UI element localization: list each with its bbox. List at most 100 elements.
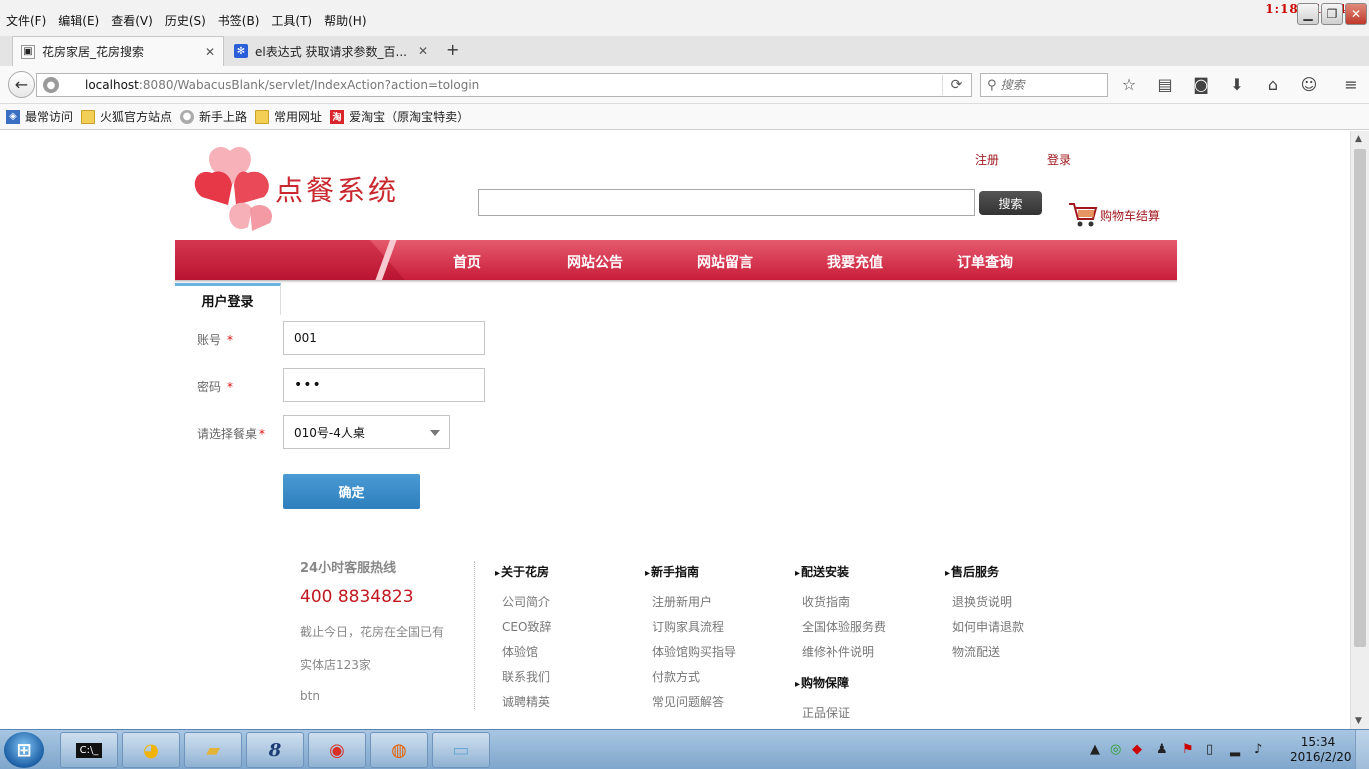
scroll-up-arrow-icon[interactable]: ▲ bbox=[1355, 134, 1362, 144]
footer-link[interactable]: 体验馆购买指导 bbox=[652, 643, 736, 660]
site-search-input[interactable] bbox=[478, 189, 975, 216]
footer-link[interactable]: 退换货说明 bbox=[952, 593, 1012, 610]
scroll-down-arrow-icon[interactable]: ▼ bbox=[1355, 716, 1362, 726]
bookmark-star-icon[interactable]: ☆ bbox=[1118, 75, 1140, 95]
site-search-button[interactable]: 搜索 bbox=[979, 191, 1042, 215]
browser-search-input[interactable] bbox=[1000, 78, 1091, 92]
footer-link[interactable]: 注册新用户 bbox=[652, 593, 712, 610]
flag-alert-icon[interactable]: ⚑ bbox=[1182, 742, 1194, 757]
duck-icon: ◕ bbox=[143, 739, 159, 761]
taskbar-app-8[interactable]: 8 bbox=[246, 732, 304, 768]
back-button[interactable]: ← bbox=[8, 71, 35, 98]
cart-checkout-link[interactable]: 购物车结算 bbox=[1068, 201, 1160, 229]
menu-history[interactable]: 历史(S) bbox=[165, 12, 206, 29]
minimize-icon: ▁ bbox=[1303, 7, 1313, 21]
bookmark-aitaobao[interactable]: 淘 爱淘宝（原淘宝特卖） bbox=[330, 108, 469, 125]
menu-help[interactable]: 帮助(H) bbox=[324, 12, 366, 29]
firefox-icon: ◍ bbox=[391, 739, 407, 761]
close-window-button[interactable]: ✕ bbox=[1345, 3, 1367, 25]
menu-file[interactable]: 文件(F) bbox=[6, 12, 46, 29]
nav-messages[interactable]: 网站留言 bbox=[697, 252, 753, 272]
wechat-icon[interactable]: ◎ bbox=[1110, 742, 1121, 757]
taskbar-app-duck[interactable]: ◕ bbox=[122, 732, 180, 768]
show-desktop-button[interactable] bbox=[1355, 730, 1369, 769]
nav-announcements[interactable]: 网站公告 bbox=[567, 252, 623, 272]
tab-baidu[interactable]: ✻ el表达式 获取请求参数_百... ✕ bbox=[226, 36, 436, 66]
url-bar[interactable]: ● localhost:8080/WabacusBlank/servlet/In… bbox=[36, 73, 972, 97]
restore-button[interactable]: ❐ bbox=[1321, 3, 1343, 25]
start-button[interactable]: ⊞ bbox=[4, 732, 44, 768]
tray-expand-icon[interactable]: ▲ bbox=[1090, 742, 1100, 757]
device-icon[interactable]: ▯ bbox=[1206, 742, 1213, 757]
password-input[interactable] bbox=[283, 368, 485, 402]
taskbar-explorer[interactable]: ▰ bbox=[184, 732, 242, 768]
confirm-button[interactable]: 确定 bbox=[283, 474, 420, 509]
footer-link[interactable]: 常见问题解答 bbox=[652, 693, 724, 710]
hamburger-menu-icon[interactable]: ≡ bbox=[1340, 75, 1362, 95]
tray-app-icon[interactable]: ◆ bbox=[1132, 742, 1142, 757]
reload-button[interactable]: ⟳ bbox=[942, 75, 970, 95]
volume-icon[interactable]: ♪ bbox=[1254, 742, 1262, 757]
home-icon[interactable]: ⌂ bbox=[1262, 75, 1284, 95]
new-tab-plus-icon[interactable]: + bbox=[446, 40, 459, 59]
password-label-text: 密码 bbox=[197, 380, 222, 394]
tab-huafang[interactable]: ▣ 花房家居_花房搜索 ✕ bbox=[12, 36, 224, 66]
minimize-button[interactable]: ▁ bbox=[1297, 3, 1319, 25]
footer-link[interactable]: 如何申请退款 bbox=[952, 618, 1024, 635]
network-icon[interactable]: ▂ bbox=[1230, 742, 1240, 757]
menu-tools[interactable]: 工具(T) bbox=[271, 12, 312, 29]
scrollbar-thumb[interactable] bbox=[1354, 149, 1366, 647]
account-label-text: 账号 bbox=[197, 333, 222, 347]
footer-link[interactable]: 维修补件说明 bbox=[802, 643, 874, 660]
menu-view[interactable]: 查看(V) bbox=[111, 12, 153, 29]
tab-close-icon[interactable]: ✕ bbox=[205, 45, 215, 59]
account-label: 账号 * bbox=[197, 331, 233, 348]
table-select[interactable]: 010号-4人桌 bbox=[283, 415, 450, 449]
close-icon: ✕ bbox=[1350, 7, 1362, 21]
menu-edit[interactable]: 编辑(E) bbox=[58, 12, 99, 29]
nav-recharge[interactable]: 我要充值 bbox=[827, 252, 883, 272]
footer-link[interactable]: 物流配送 bbox=[952, 643, 1000, 660]
footer-link[interactable]: 公司简介 bbox=[502, 593, 550, 610]
tab-title: el表达式 获取请求参数_百... bbox=[255, 44, 407, 59]
account-input[interactable] bbox=[283, 321, 485, 355]
page-favicon-icon: ▣ bbox=[21, 44, 35, 59]
login-tab[interactable]: 用户登录 bbox=[175, 283, 281, 315]
reload-icon: ⟳ bbox=[950, 77, 963, 93]
cart-label: 购物车结算 bbox=[1100, 208, 1161, 223]
back-arrow-icon: ← bbox=[14, 75, 29, 94]
bookmark-most-visited[interactable]: ◈ 最常访问 bbox=[6, 108, 73, 125]
footer-link[interactable]: 诚聘精英 bbox=[502, 693, 550, 710]
login-link[interactable]: 登录 bbox=[1047, 151, 1071, 168]
bookmark-getting-started[interactable]: ● 新手上路 bbox=[180, 108, 247, 125]
footer-link[interactable]: 付款方式 bbox=[652, 668, 700, 685]
tab-close-icon[interactable]: ✕ bbox=[418, 44, 428, 58]
taskbar-firefox[interactable]: ◍ bbox=[370, 732, 428, 768]
footer-link[interactable]: 全国体验服务费 bbox=[802, 618, 886, 635]
footer-link[interactable]: 订购家具流程 bbox=[652, 618, 724, 635]
reading-list-icon[interactable]: ▤ bbox=[1154, 75, 1176, 95]
browser-search-box[interactable]: ⚲ bbox=[980, 73, 1108, 97]
vertical-scrollbar[interactable]: ▲ ▼ bbox=[1350, 131, 1369, 729]
register-link[interactable]: 注册 bbox=[975, 151, 999, 168]
footer-link[interactable]: CEO致辞 bbox=[502, 618, 551, 635]
footer-link[interactable]: 收货指南 bbox=[802, 593, 850, 610]
menu-bookmarks[interactable]: 书签(B) bbox=[218, 12, 260, 29]
folder-icon bbox=[81, 109, 96, 124]
download-icon[interactable]: ⬇ bbox=[1226, 75, 1248, 95]
nav-home[interactable]: 首页 bbox=[453, 252, 481, 272]
nav-order-query[interactable]: 订单查询 bbox=[957, 252, 1013, 272]
system-clock[interactable]: 15:34 2016/2/20 bbox=[1290, 735, 1352, 765]
taskbar-chrome[interactable]: ◉ bbox=[308, 732, 366, 768]
qq-penguin-icon[interactable]: ♟ bbox=[1156, 742, 1168, 757]
taskbar-notepad[interactable]: ▭ bbox=[432, 732, 490, 768]
bookmark-firefox-official[interactable]: 火狐官方站点 bbox=[81, 108, 172, 125]
footer-link[interactable]: 联系我们 bbox=[502, 668, 550, 685]
chat-icon[interactable]: ☺ bbox=[1298, 75, 1320, 95]
taskbar-cmd[interactable]: C:\_ bbox=[60, 732, 118, 768]
pocket-icon[interactable]: ◙ bbox=[1190, 75, 1212, 95]
footer-link[interactable]: 体验馆 bbox=[502, 643, 538, 660]
bookmark-common-sites[interactable]: 常用网址 bbox=[255, 108, 322, 125]
footer-link[interactable]: 正品保证 bbox=[802, 704, 850, 721]
taobao-icon: 淘 bbox=[330, 109, 345, 124]
